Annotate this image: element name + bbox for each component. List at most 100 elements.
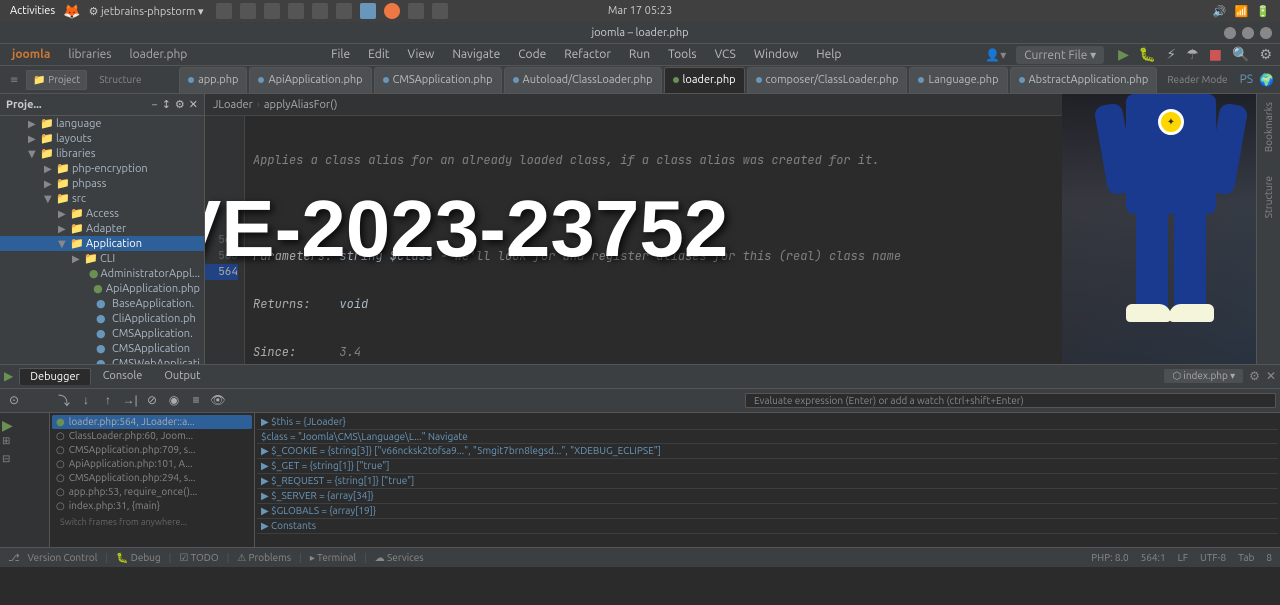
debug-close-icon[interactable]: ✕ [1266, 369, 1276, 383]
speaker-icon[interactable]: 🔊 [1213, 5, 1227, 18]
tab-console[interactable]: Console [93, 368, 153, 384]
sync-icon[interactable]: ↕ [162, 98, 171, 111]
maximize-button[interactable] [1242, 27, 1254, 39]
bookmarks-label[interactable]: Bookmarks [1263, 102, 1274, 152]
structure-label[interactable]: Structure [1263, 176, 1274, 218]
tree-item-src[interactable]: ▼ 📁 src [0, 191, 204, 206]
debug-label[interactable]: 🐛 Debug [116, 552, 161, 564]
tree-item-admin-app[interactable]: ● AdministratorAppl... [0, 266, 204, 281]
debug-icon2[interactable]: ⊞ [2, 435, 18, 451]
code-content[interactable]: 562 563 564 Applies a class alias for an… [205, 116, 1062, 364]
settings-btn[interactable]: ⚙ [1255, 46, 1276, 63]
close-sidebar-icon[interactable]: ✕ [189, 98, 198, 111]
tree-item-cli[interactable]: ▶ 📁 CLI [0, 251, 204, 266]
menu-run[interactable]: Run [621, 46, 658, 63]
watches-btn[interactable]: 👁 [208, 391, 228, 409]
breadcrumb-method[interactable]: applyAliasFor() [264, 99, 338, 111]
reader-mode-btn[interactable]: Reader Mode [1159, 72, 1235, 87]
tree-item-layouts[interactable]: ▶ 📁 layouts [0, 131, 204, 146]
stack-frame-0[interactable]: ● loader.php:564, JLoader::a... [52, 415, 252, 429]
structure-tab[interactable]: Structure [93, 72, 147, 87]
file-tab-cms[interactable]: CMSApplication.php [374, 67, 502, 93]
step-into-btn[interactable]: ↓ [76, 391, 96, 409]
step-out-btn[interactable]: ↑ [98, 391, 118, 409]
gear-icon[interactable]: ⚙ [175, 98, 185, 111]
file-tab-composer[interactable]: composer/ClassLoader.php [747, 67, 908, 93]
git-icon[interactable]: ⎇ [8, 552, 20, 564]
var-row-globals[interactable]: ▶ $GLOBALS = {array[19]} [257, 504, 1278, 519]
stack-frame-2[interactable]: ○ CMSApplication.php:709, s... [52, 443, 252, 457]
search-everywhere-btn[interactable]: 🔍 [1228, 46, 1253, 63]
tab-debugger[interactable]: Debugger [19, 368, 90, 385]
var-row-this[interactable]: ▶ $this = {JLoader} [257, 415, 1278, 430]
menu-tools[interactable]: Tools [660, 46, 705, 63]
profile-button[interactable]: ⚡ [1162, 46, 1180, 63]
activities-label[interactable]: Activities [10, 5, 55, 17]
tree-item-cms-app2[interactable]: ● CMSApplication [0, 341, 204, 356]
tree-item-phpass[interactable]: ▶ 📁 phpass [0, 176, 204, 191]
stack-frame-3[interactable]: ○ ApiApplication.php:101, A... [52, 457, 252, 471]
menu-code[interactable]: Code [510, 46, 554, 63]
services-label[interactable]: ☁ Services [375, 552, 424, 564]
file-tab-app[interactable]: app.php [179, 67, 247, 93]
tree-item-cms-app[interactable]: ● CMSApplication. [0, 326, 204, 341]
file-tab-autoload[interactable]: Autoload/ClassLoader.php [504, 67, 662, 93]
var-row-request[interactable]: ▶ $_REQUEST = {string[1]} ["true"] [257, 474, 1278, 489]
tree-item-application[interactable]: ▼ 📁 Application [0, 236, 204, 251]
debug-icon3[interactable]: ⊟ [2, 453, 18, 469]
menu-navigate[interactable]: Navigate [444, 46, 508, 63]
menu-vcs[interactable]: VCS [707, 46, 744, 63]
run-button[interactable]: ▶ [1114, 46, 1133, 63]
version-control-label[interactable]: Version Control [28, 552, 98, 563]
tree-item-cmsweb-app[interactable]: ● CMSWebApplicati [0, 356, 204, 364]
tree-item-cli-app[interactable]: ● CliApplication.ph [0, 311, 204, 326]
mute-breakpoints-btn[interactable]: ⊘ [142, 391, 162, 409]
menu-refactor[interactable]: Refactor [556, 46, 619, 63]
stack-frame-5[interactable]: ○ app.php:53, require_once()... [52, 485, 252, 499]
menu-edit[interactable]: Edit [360, 46, 397, 63]
problems-label[interactable]: ⚠ Problems [237, 552, 291, 564]
tree-item-api-app[interactable]: ● ApiApplication.php [0, 281, 204, 296]
breadcrumb-jloader[interactable]: JLoader [213, 99, 253, 111]
menu-view[interactable]: View [399, 46, 442, 63]
var-row-constants[interactable]: ▶ Constants [257, 519, 1278, 534]
tree-item-base-app[interactable]: ● BaseApplication. [0, 296, 204, 311]
close-button[interactable] [1260, 27, 1272, 39]
debug-icon1[interactable]: ▶ [2, 417, 18, 433]
file-tab-api[interactable]: ApiApplication.php [249, 67, 371, 93]
network-icon[interactable]: 📶 [1235, 5, 1249, 18]
menu-help[interactable]: Help [808, 46, 849, 63]
var-row-cookie[interactable]: ▶ $_COOKIE = {string[3]} ["v66ncksk2tofs… [257, 444, 1278, 459]
todo-label[interactable]: ☑ TODO [179, 552, 218, 564]
var-row-class[interactable]: $class = "Joomla\CMS\Language\L..." Navi… [257, 430, 1278, 444]
code-lines[interactable]: Applies a class alias for an already loa… [245, 116, 1062, 364]
tree-item-language[interactable]: ▶ 📁 language [0, 116, 204, 131]
stop-button[interactable]: ■ [1205, 46, 1226, 63]
evaluate-btn[interactable]: ≡ [186, 391, 206, 409]
stack-frame-4[interactable]: ○ CMSApplication.php:294, s... [52, 471, 252, 485]
step-over-btn[interactable]: ⊙ [4, 391, 24, 409]
coverage-button[interactable]: ☂ [1182, 46, 1203, 63]
menu-window[interactable]: Window [746, 46, 806, 63]
collapse-icon[interactable]: − [151, 99, 157, 111]
debug-run-icon[interactable]: ▶ [4, 369, 13, 383]
menu-file[interactable]: File [323, 46, 358, 63]
var-row-server[interactable]: ▶ $_SERVER = {array[34]} [257, 489, 1278, 504]
stack-frame-1[interactable]: ○ ClassLoader.php:60, Joom... [52, 429, 252, 443]
run-to-cursor-btn[interactable]: →| [120, 391, 140, 409]
file-tab-loader[interactable]: loader.php [664, 67, 745, 93]
tree-item-php-encryption[interactable]: ▶ 📁 php-encryption [0, 161, 204, 176]
tree-item-adapter[interactable]: ▶ 📁 Adapter [0, 221, 204, 236]
var-row-get[interactable]: ▶ $_GET = {string[1]} ["true"] [257, 459, 1278, 474]
sidebar-toggle[interactable]: ≡ [4, 72, 24, 88]
stack-frame-6[interactable]: ○ index.php:31, {main} [52, 499, 252, 513]
debug-run-button[interactable]: 🐛 [1135, 46, 1160, 63]
debug-settings-icon[interactable]: ⚙ [1249, 369, 1260, 383]
file-tab-language[interactable]: Language.php [909, 67, 1007, 93]
step-over-btn2[interactable]: ⤵ [54, 391, 74, 409]
user-icon[interactable]: 👤▾ [977, 46, 1014, 64]
battery-icon[interactable]: 🔋 [1256, 5, 1270, 18]
file-tab-abstract[interactable]: AbstractApplication.php [1010, 67, 1158, 93]
terminal-label[interactable]: ▸ Terminal [310, 552, 356, 564]
tree-item-libraries[interactable]: ▼ 📁 libraries [0, 146, 204, 161]
